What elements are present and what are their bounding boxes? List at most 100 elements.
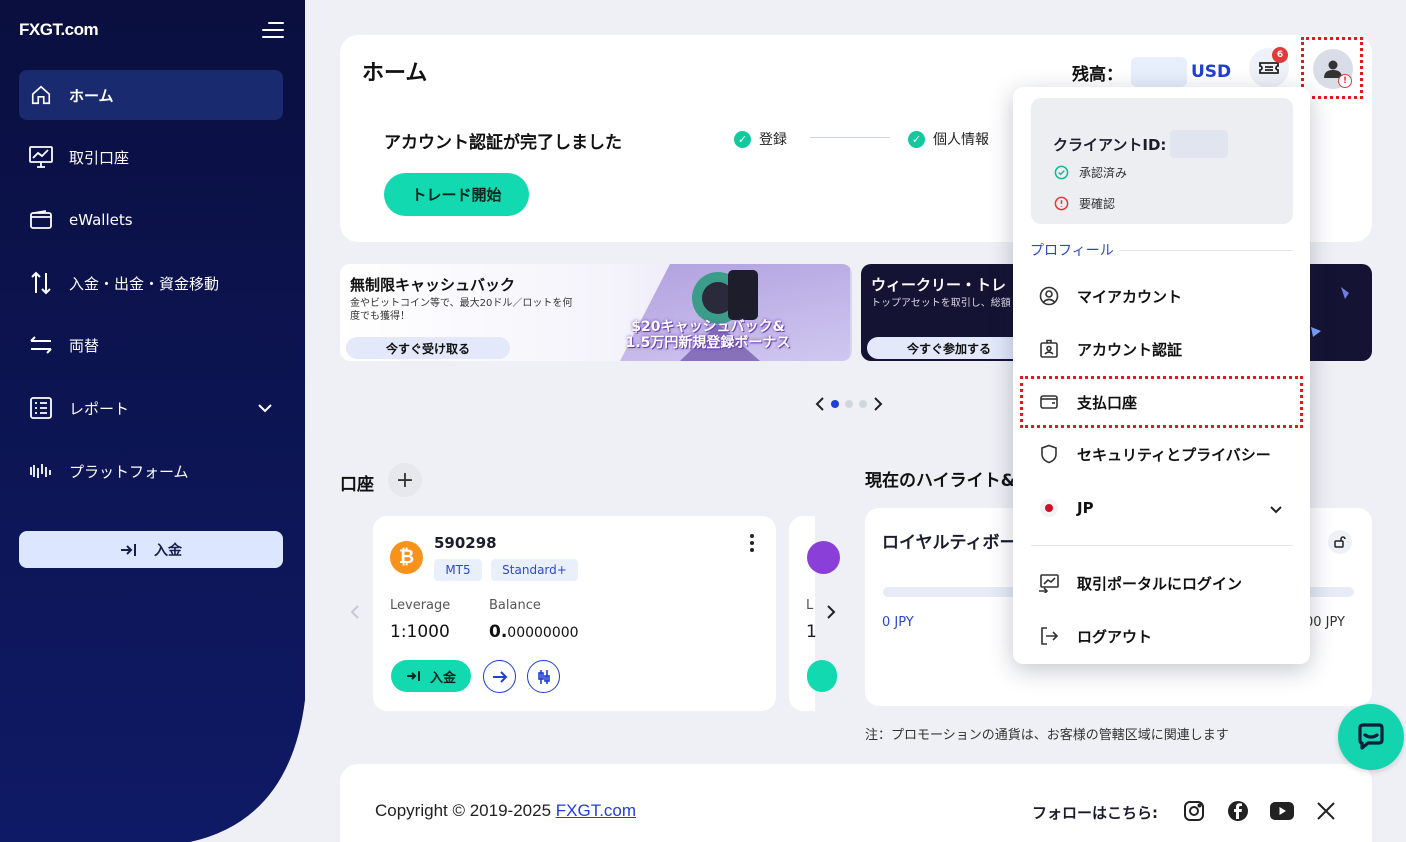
banner-title: ウィークリー・トレ	[871, 276, 1007, 294]
chevron-down-icon	[257, 399, 273, 417]
chevron-left-icon[interactable]	[350, 604, 360, 620]
carousel-dot[interactable]	[845, 400, 853, 408]
banner-cta-button[interactable]: 今すぐ参加する	[867, 337, 1031, 359]
step-label: 個人情報	[933, 132, 989, 148]
menu-item-label: 支払口座	[1077, 393, 1138, 412]
deposit-arrow-icon	[120, 543, 138, 557]
divider	[1119, 250, 1293, 251]
brand-logo[interactable]: FXGT.com	[19, 20, 99, 40]
sidebar-item-label: 取引口座	[69, 148, 130, 167]
menu-security-privacy[interactable]: セキュリティとプライバシー	[1038, 442, 1288, 466]
status-approved: 承認済み	[1053, 164, 1127, 181]
profile-dropdown-menu: クライアントID: 承認済み 要確認 プロフィール マイアカウント アカウント認…	[1013, 87, 1310, 664]
account-type-tag: Standard+	[491, 559, 578, 581]
step-personal-info: ✓ 個人情報	[908, 129, 989, 149]
add-account-button[interactable]: +	[388, 463, 422, 497]
status-required: 要確認	[1053, 195, 1115, 212]
menu-account-verification[interactable]: アカウント認証	[1038, 337, 1288, 361]
id-card-icon	[1038, 338, 1060, 360]
start-trade-button[interactable]: トレード開始	[384, 173, 529, 216]
sidebar-deposit-button[interactable]: 入金	[19, 531, 283, 568]
leverage-label: Leverage	[390, 598, 451, 613]
alert-circle-icon	[1053, 196, 1069, 212]
check-icon: ✓	[908, 130, 925, 148]
step-registration: ✓ 登録	[734, 129, 787, 149]
menu-payment-accounts[interactable]: 支払口座	[1038, 390, 1288, 414]
leverage-value: 1:1000	[390, 622, 450, 642]
sidebar-item-reports[interactable]: レポート	[19, 383, 283, 433]
balance-decimals: 00000000	[507, 625, 579, 641]
status-label: 承認済み	[1079, 166, 1128, 180]
carousel-dot[interactable]	[859, 400, 867, 408]
profile-section-label: プロフィール	[1030, 243, 1114, 259]
banner-decoration	[1311, 287, 1349, 337]
sidebar-item-platform[interactable]: プラットフォーム	[19, 446, 283, 496]
carousel-controls	[815, 396, 883, 412]
peek-value: 1	[806, 622, 817, 642]
follow-label: フォローはこちら:	[1032, 804, 1158, 822]
chart-monitor-icon	[27, 143, 55, 171]
menu-item-label: 取引ポータルにログイン	[1077, 574, 1243, 593]
chevron-left-icon[interactable]	[815, 396, 825, 412]
exchange-icon	[27, 331, 55, 359]
alert-icon: !	[1338, 74, 1352, 88]
balance-integer: 0.	[489, 622, 508, 642]
unlock-icon[interactable]	[1328, 530, 1352, 554]
peek-label: L	[806, 598, 814, 613]
sidebar-item-ewallets[interactable]: eWallets	[19, 195, 283, 245]
menu-toggle-icon[interactable]	[262, 22, 284, 40]
peek-deposit-button	[807, 660, 837, 692]
platform-tag: MT5	[434, 559, 482, 581]
sidebar-item-exchange[interactable]: 両替	[19, 320, 283, 370]
arrow-right-circle-icon	[492, 670, 508, 684]
x-icon[interactable]	[1313, 798, 1339, 824]
chevron-right-icon[interactable]	[873, 396, 883, 412]
menu-trading-portal-login[interactable]: 取引ポータルにログイン	[1038, 571, 1288, 595]
banner-subtitle: トップアセットを取引し、総額	[871, 298, 1011, 309]
next-account-card[interactable]: L 1	[789, 516, 840, 711]
cashback-banner[interactable]: 無制限キャッシュバック 金やビットコイン等で、最大20ドル／ロットを何度でも獲得…	[340, 264, 852, 361]
menu-logout[interactable]: ログアウト	[1038, 624, 1288, 648]
menu-my-account[interactable]: マイアカウント	[1038, 284, 1288, 308]
youtube-icon[interactable]	[1269, 798, 1295, 824]
more-options-icon[interactable]	[750, 534, 754, 555]
promo-text: $20キャッシュバック& 1.5万円新規登録ボーナス	[623, 319, 793, 351]
facebook-icon[interactable]	[1225, 798, 1251, 824]
chat-support-button[interactable]	[1338, 704, 1404, 770]
banner-cta-button[interactable]: 今すぐ受け取る	[346, 337, 510, 359]
sidebar-item-funds[interactable]: 入金・出金・資金移動	[19, 258, 283, 308]
account-balance-value: 0.00000000	[489, 622, 579, 642]
transfer-button[interactable]	[483, 660, 516, 693]
menu-language[interactable]: JP	[1038, 496, 1288, 520]
menu-item-label: JP	[1077, 499, 1094, 517]
sidebar: FXGT.com ホーム 取引口座 eWallets 入金・出金・資金移動 両替…	[0, 0, 305, 842]
logo-text: FXGT.com	[19, 20, 99, 39]
logout-icon	[1038, 625, 1060, 647]
wallet-icon	[1038, 391, 1060, 413]
promo-line-2: 1.5万円新規登録ボーナス	[625, 335, 791, 351]
step-divider	[810, 137, 890, 138]
balance-label: Balance	[489, 598, 541, 613]
balance-currency: USD	[1191, 62, 1232, 82]
balance-label: 残高：	[1072, 64, 1123, 85]
sidebar-item-label: eWallets	[69, 211, 133, 229]
client-id-label: クライアントID:	[1053, 135, 1167, 154]
account-deposit-button[interactable]: 入金	[391, 660, 471, 692]
fxgt-link[interactable]: FXGT.com	[556, 801, 636, 820]
sidebar-item-trading-accounts[interactable]: 取引口座	[19, 132, 283, 182]
verification-title: アカウント認証が完了しました	[384, 133, 622, 153]
instagram-icon[interactable]	[1181, 798, 1207, 824]
sidebar-item-home[interactable]: ホーム	[19, 70, 283, 120]
banner-title: 無制限キャッシュバック	[350, 276, 516, 294]
report-icon	[27, 394, 55, 422]
deposit-label: 入金	[154, 542, 182, 559]
transfer-arrows-icon	[27, 269, 55, 297]
chevron-right-icon[interactable]	[826, 604, 836, 620]
trade-platform-button[interactable]	[527, 660, 560, 693]
promo-line-1: $20キャッシュバック&	[631, 319, 785, 335]
divider	[1031, 545, 1293, 546]
banner-subtitle: 金やビットコイン等で、最大20ドル／ロットを何度でも獲得！	[350, 298, 573, 322]
carousel-dot[interactable]	[831, 400, 839, 408]
client-id: クライアントID:	[1053, 130, 1229, 158]
loyalty-title: ロイヤルティボー	[882, 533, 1017, 553]
